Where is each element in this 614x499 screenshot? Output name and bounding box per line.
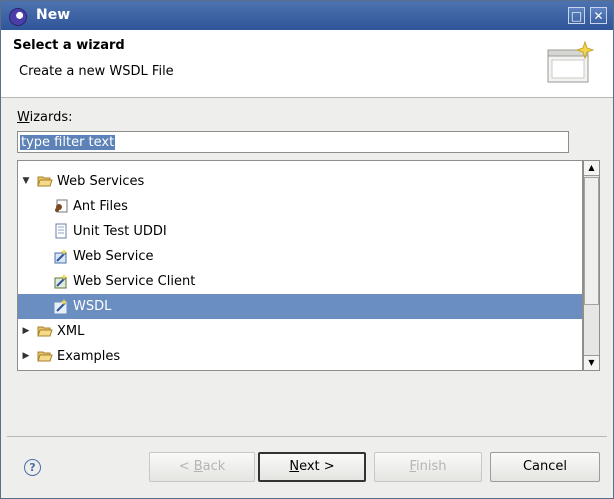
window-title: New <box>36 7 71 23</box>
next-button-mnemonic: N <box>289 459 300 474</box>
tree-item-examples[interactable]: ▶ Examples <box>18 344 582 369</box>
tree-item-ant-files[interactable]: Ant Files <box>18 194 582 219</box>
page-description: Create a new WSDL File <box>19 64 174 79</box>
ant-files-icon <box>55 199 68 213</box>
help-icon[interactable]: ? <box>24 459 41 476</box>
close-icon: ✕ <box>593 9 604 23</box>
folder-open-icon <box>37 176 53 187</box>
finish-button[interactable]: Finish <box>374 452 482 482</box>
tree-item-unit-test-uddi[interactable]: Unit Test UDDI <box>18 219 582 244</box>
tree-item-web-service-client[interactable]: Web Service Client <box>18 269 582 294</box>
maximize-icon: □ <box>570 9 583 23</box>
tree-item-label: Web Service <box>73 249 154 264</box>
wizards-label-rest: izards: <box>29 110 73 125</box>
back-button[interactable]: < Back <box>149 452 255 482</box>
tree-item-label: Ant Files <box>73 199 128 214</box>
collapsed-arrow-icon[interactable]: ▶ <box>21 351 31 361</box>
expanded-arrow-icon[interactable]: ▼ <box>21 176 31 186</box>
back-button-prefix: < <box>178 459 194 474</box>
filter-text-selected: type filter text <box>20 135 116 150</box>
web-service-icon <box>54 249 67 264</box>
footer-separator <box>7 436 607 437</box>
next-button-rest: ext > <box>299 459 335 474</box>
scrollbar-thumb[interactable] <box>584 177 599 305</box>
close-button[interactable]: ✕ <box>590 7 607 24</box>
scroll-down-icon[interactable]: ▼ <box>584 355 599 370</box>
folder-icon <box>37 351 53 362</box>
wizard-tree[interactable]: ▼ Web Services Ant Files Unit Test UDDI … <box>17 160 583 371</box>
finish-button-rest: inish <box>416 459 447 474</box>
tree-vertical-scrollbar[interactable]: ▲ ▼ <box>583 160 600 371</box>
wizards-label: Wizards: <box>17 110 73 125</box>
wizard-header: Select a wizard Create a new WSDL File <box>1 30 613 98</box>
new-wizard-banner-icon <box>547 40 595 83</box>
tree-item-xml[interactable]: ▶ XML <box>18 319 582 344</box>
cancel-button[interactable]: Cancel <box>490 452 600 482</box>
tree-item-web-service[interactable]: Web Service <box>18 244 582 269</box>
page-title: Select a wizard <box>13 38 125 53</box>
maximize-button[interactable]: □ <box>568 7 585 24</box>
next-button[interactable]: Next > <box>258 452 366 482</box>
tree-item-label: Examples <box>57 349 121 364</box>
collapsed-arrow-icon[interactable]: ▶ <box>21 326 31 336</box>
tree-item-label: XML <box>57 324 85 339</box>
filter-input[interactable]: type filter text <box>17 131 569 153</box>
back-button-rest: ack <box>202 459 226 474</box>
wsdl-icon <box>54 299 67 314</box>
folder-icon <box>37 326 53 337</box>
new-wizard-dialog: New □ ✕ Select a wizard Create a new WSD… <box>0 0 614 499</box>
document-icon <box>55 223 67 239</box>
tree-item-label: Web Service Client <box>73 274 196 289</box>
eclipse-app-icon <box>9 8 27 26</box>
tree-item-label: WSDL <box>73 299 112 314</box>
tree-item-label: Web Services <box>57 174 145 189</box>
tree-item-wsdl[interactable]: WSDL <box>18 294 582 319</box>
title-bar[interactable]: New □ ✕ <box>1 1 613 30</box>
tree-item-web-services[interactable]: ▼ Web Services <box>18 169 582 194</box>
wizards-label-mnemonic: W <box>17 110 30 125</box>
scroll-up-icon[interactable]: ▲ <box>584 161 599 176</box>
back-button-mnemonic: B <box>193 459 203 474</box>
web-service-client-icon <box>54 274 67 289</box>
tree-item-label: Unit Test UDDI <box>73 224 167 239</box>
